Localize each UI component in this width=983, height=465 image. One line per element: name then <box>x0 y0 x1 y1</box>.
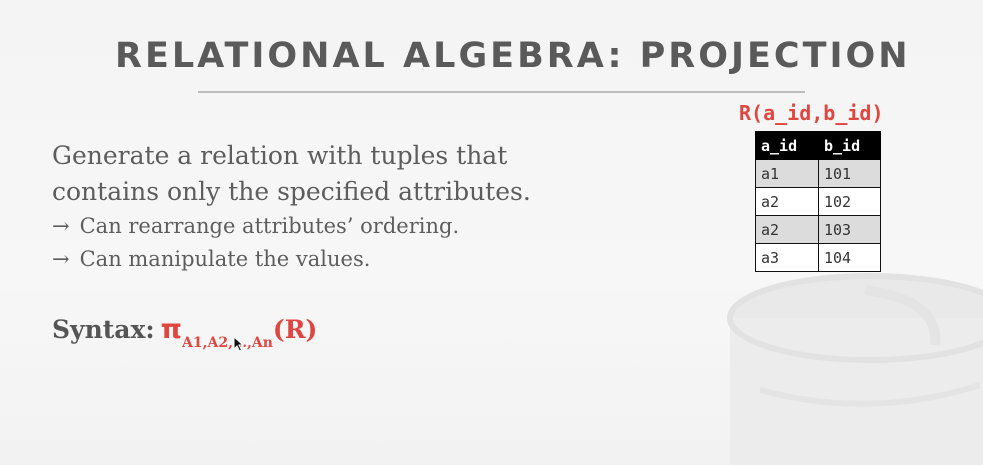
description-line-2: contains only the specified attributes. <box>52 177 531 206</box>
table-row: a2 103 <box>755 215 881 244</box>
projection-attributes: A1,A2,…,An <box>182 335 273 351</box>
table-cell: 103 <box>818 215 881 244</box>
table-cell: a2 <box>755 215 819 244</box>
table-cell: 104 <box>818 243 881 272</box>
table-cell: a1 <box>755 159 819 188</box>
column-header: a_id <box>755 131 819 160</box>
bullet-item: → Can rearrange attributes’ ordering. <box>52 210 531 243</box>
table-cell: 102 <box>818 187 881 216</box>
mouse-cursor-icon <box>233 336 245 352</box>
table-cell: a2 <box>755 187 819 216</box>
right-arrow-icon: → <box>52 247 70 271</box>
bullet-text: Can rearrange attributes’ ordering. <box>79 214 460 238</box>
title-divider <box>198 91 805 93</box>
table-row: a3 104 <box>755 243 881 272</box>
right-arrow-icon: → <box>52 214 70 238</box>
syntax-label: Syntax: <box>52 315 155 344</box>
column-header: b_id <box>818 131 881 160</box>
bullet-item: → Can manipulate the values. <box>52 243 531 276</box>
description-block: Generate a relation with tuples that con… <box>52 138 531 276</box>
table-cell: a3 <box>755 243 819 272</box>
syntax-line: Syntax: πA1,A2,…,An(R) <box>52 314 318 351</box>
bullet-text: Can manipulate the values. <box>79 247 371 271</box>
table-header-row: a_id b_id <box>755 131 881 160</box>
slide-title: RELATIONAL ALGEBRA: PROJECTION <box>115 36 911 76</box>
table-cell: 101 <box>818 159 881 188</box>
relation-table: a_id b_id a1 101 a2 102 a2 103 a3 104 <box>755 131 881 272</box>
projection-operator: π <box>160 314 182 345</box>
table-row: a1 101 <box>755 159 881 188</box>
description-line-1: Generate a relation with tuples that <box>52 141 508 170</box>
table-row: a2 102 <box>755 187 881 216</box>
relation-title: R(a_id,b_id) <box>739 101 884 125</box>
projection-argument: (R) <box>272 315 318 344</box>
